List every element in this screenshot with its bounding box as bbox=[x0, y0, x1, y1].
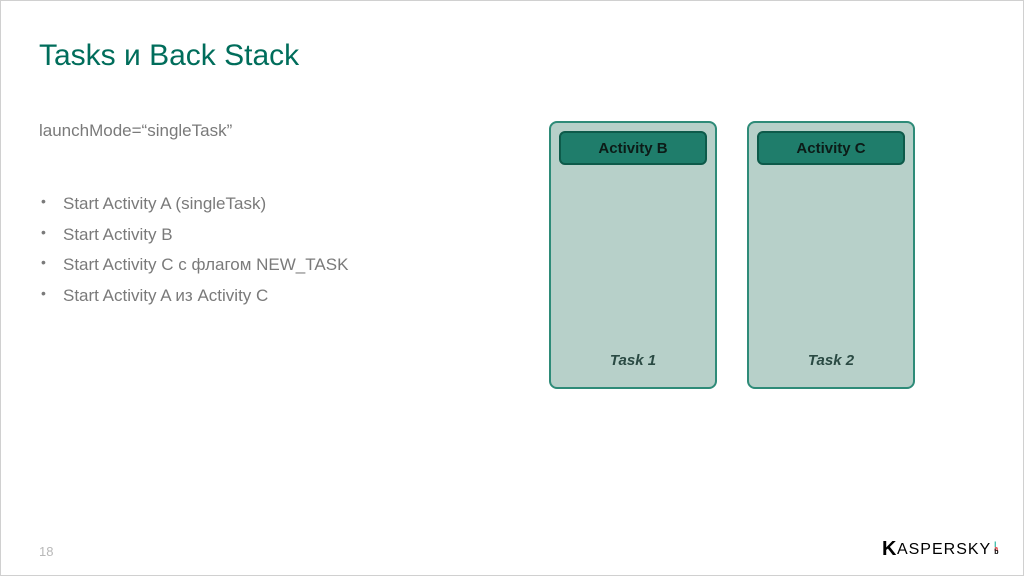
bullet-item: Start Activity C с флагом NEW_TASK bbox=[39, 250, 348, 281]
kaspersky-logo: KASPERSKY l a b bbox=[882, 538, 999, 561]
bullet-list: Start Activity A (singleTask) Start Acti… bbox=[39, 189, 348, 311]
task-label: Task 1 bbox=[551, 352, 715, 369]
tasks-diagram: Activity B Task 1 Activity C Task 2 bbox=[549, 121, 915, 389]
logo-rest: ASPERSKY bbox=[897, 541, 991, 559]
lab-b: b bbox=[994, 551, 999, 555]
page-number: 18 bbox=[39, 544, 53, 559]
task-box-2: Activity C Task 2 bbox=[747, 121, 915, 389]
slide: Tasks и Back Stack launchMode=“singleTas… bbox=[0, 0, 1024, 576]
logo-letter-k: K bbox=[882, 538, 897, 561]
activity-chip: Activity C bbox=[757, 131, 905, 165]
slide-title: Tasks и Back Stack bbox=[39, 39, 299, 73]
bullet-item: Start Activity B bbox=[39, 220, 348, 251]
activity-chip: Activity B bbox=[559, 131, 707, 165]
logo-lab-icon: l a b bbox=[994, 544, 999, 556]
task-label: Task 2 bbox=[749, 352, 913, 369]
bullet-item: Start Activity A из Activity C bbox=[39, 281, 348, 312]
launch-mode-text: launchMode=“singleTask” bbox=[39, 121, 232, 141]
bullet-item: Start Activity A (singleTask) bbox=[39, 189, 348, 220]
task-box-1: Activity B Task 1 bbox=[549, 121, 717, 389]
